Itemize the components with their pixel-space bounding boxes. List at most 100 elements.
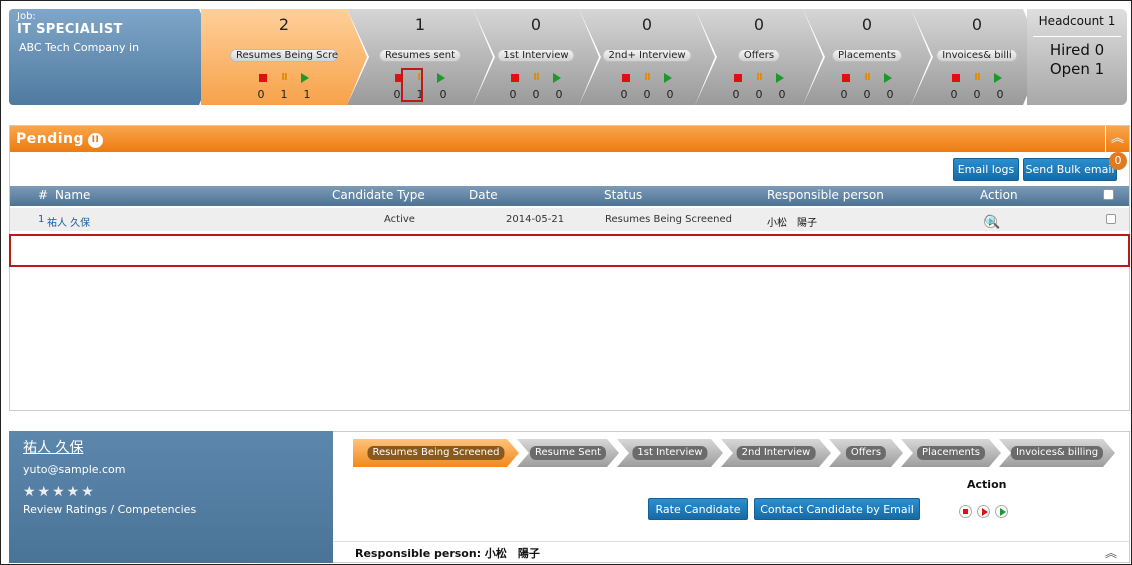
- pipeline-label: 1st Interview: [632, 446, 708, 460]
- stop-icon[interactable]: [952, 74, 961, 82]
- candidate-email: yuto@sample.com: [23, 463, 126, 476]
- pending-title: Pending: [16, 131, 85, 147]
- stop-icon[interactable]: [842, 74, 851, 82]
- headcount-panel: Headcount 1 Hired 0 Open 1: [1027, 9, 1127, 105]
- stage-label[interactable]: 2nd+ Interview: [602, 49, 692, 62]
- review-ratings-link[interactable]: Review Ratings / Competencies: [23, 503, 319, 516]
- highlight-box: [9, 234, 1130, 267]
- pause-icon[interactable]: II: [644, 72, 651, 83]
- active-count[interactable]: 0: [887, 88, 894, 101]
- stopped-count[interactable]: 0: [733, 88, 740, 101]
- pipeline-label: Resume Sent: [529, 446, 607, 460]
- pause-icon[interactable]: II: [864, 72, 871, 83]
- contact-candidate-button[interactable]: Contact Candidate by Email: [754, 498, 920, 520]
- collapse-up-icon[interactable]: ︽: [1105, 544, 1117, 561]
- pause-icon[interactable]: II: [974, 72, 981, 83]
- stage-resumes-being-screened[interactable]: 2 Resumes Being Scree II 0 1 1: [201, 9, 367, 105]
- responsible-person: Responsible person: 小松 陽子: [333, 541, 1130, 563]
- stage-label[interactable]: Resumes sent: [378, 49, 462, 62]
- pipeline-label: Placements: [917, 446, 985, 460]
- action-label: Action: [967, 478, 1007, 491]
- pause-icon[interactable]: II: [756, 72, 763, 83]
- row-checkbox[interactable]: [1106, 214, 1116, 224]
- stopped-count[interactable]: 0: [841, 88, 848, 101]
- stage-count: 2: [278, 15, 290, 34]
- hired-count: Hired 0: [1049, 41, 1105, 59]
- rating-stars[interactable]: ★★★★★: [23, 484, 319, 500]
- active-count[interactable]: 0: [667, 88, 674, 101]
- pause-icon[interactable]: II: [281, 72, 288, 83]
- paused-count[interactable]: 1: [281, 88, 288, 101]
- play-icon[interactable]: [663, 73, 672, 83]
- stop-icon[interactable]: [511, 74, 520, 82]
- paused-count[interactable]: 0: [533, 88, 540, 101]
- stage-label[interactable]: Resumes Being Scree: [230, 49, 338, 62]
- paused-count[interactable]: 0: [864, 88, 871, 101]
- pause-icon[interactable]: II: [533, 72, 540, 83]
- select-all-checkbox[interactable]: [1103, 189, 1114, 200]
- row-status: Resumes Being Screened: [605, 214, 733, 225]
- candidate-card: 祐人 久保 yuto@sample.com ★★★★★ Review Ratin…: [9, 431, 333, 563]
- row-date: 2014-05-21: [506, 214, 565, 225]
- col-candidate-type[interactable]: Candidate Type: [332, 188, 425, 202]
- play-icon[interactable]: [552, 73, 561, 83]
- pipeline-2nd-interview[interactable]: 2nd Interview: [721, 439, 831, 467]
- email-logs-button[interactable]: Email logs: [953, 158, 1019, 181]
- open-count: Open 1: [1049, 60, 1105, 78]
- row-num: 1: [38, 214, 45, 225]
- candidate-type: Active: [384, 214, 415, 225]
- stop-icon[interactable]: [734, 74, 743, 82]
- stage-label[interactable]: Offers: [737, 49, 781, 62]
- stop-icon[interactable]: [622, 74, 631, 82]
- stop-icon[interactable]: [959, 505, 972, 518]
- search-icon[interactable]: 🔍: [984, 215, 1000, 230]
- pipeline-placements[interactable]: Placements: [901, 439, 1001, 467]
- col-num: #: [38, 188, 49, 202]
- collapse-up-icon[interactable]: ︽: [1105, 126, 1129, 152]
- pipeline-resumes-being-screened[interactable]: Resumes Being Screened: [353, 439, 519, 467]
- pipeline-1st-interview[interactable]: 1st Interview: [617, 439, 723, 467]
- col-status[interactable]: Status: [604, 188, 642, 202]
- send-bulk-email-button[interactable]: Send Bulk email: [1023, 158, 1117, 181]
- play-icon[interactable]: [883, 73, 892, 83]
- play-icon[interactable]: [995, 505, 1009, 518]
- play-icon[interactable]: [775, 73, 784, 83]
- candidate-name[interactable]: 祐人 久保: [23, 437, 319, 457]
- stage-invoices-billing[interactable]: 0 Invoices& billi II 0 0 0: [911, 9, 1043, 105]
- paused-count[interactable]: 0: [756, 88, 763, 101]
- col-date[interactable]: Date: [469, 188, 498, 202]
- stopped-count[interactable]: 0: [258, 88, 265, 101]
- stop-icon[interactable]: [259, 74, 268, 82]
- paused-count[interactable]: 0: [644, 88, 651, 101]
- pipeline-invoices-billing[interactable]: Invoices& billing: [999, 439, 1115, 467]
- pipeline-label: Invoices& billing: [1010, 446, 1104, 460]
- active-count[interactable]: 0: [556, 88, 563, 101]
- resume-icon[interactable]: [977, 505, 991, 518]
- play-icon[interactable]: [300, 73, 309, 83]
- pipeline-offers[interactable]: Offers: [829, 439, 903, 467]
- stage-label[interactable]: Invoices& billi: [936, 49, 1018, 62]
- stopped-count[interactable]: 0: [510, 88, 517, 101]
- play-icon[interactable]: [436, 73, 445, 83]
- paused-count[interactable]: 0: [974, 88, 981, 101]
- active-count[interactable]: 0: [440, 88, 447, 101]
- col-responsible[interactable]: Responsible person: [767, 188, 884, 202]
- stage-label[interactable]: Placements: [832, 49, 902, 62]
- stopped-count[interactable]: 0: [621, 88, 628, 101]
- rate-candidate-button[interactable]: Rate Candidate: [648, 498, 748, 520]
- active-count[interactable]: 0: [997, 88, 1004, 101]
- stopped-count[interactable]: 0: [951, 88, 958, 101]
- pipeline-resume-sent[interactable]: Resume Sent: [517, 439, 619, 467]
- col-name[interactable]: Name: [55, 188, 90, 202]
- stopped-count[interactable]: 0: [394, 88, 401, 101]
- active-count[interactable]: 1: [304, 88, 311, 101]
- stage-label[interactable]: 1st Interview: [497, 49, 575, 62]
- table-row[interactable]: 1 祐人 久保 Active 2014-05-21 Resumes Being …: [10, 208, 1129, 231]
- headcount-label: Headcount 1: [1038, 14, 1116, 28]
- candidate-name-link[interactable]: 祐人 久保: [47, 214, 90, 229]
- active-count[interactable]: 0: [779, 88, 786, 101]
- bulk-email-badge: 0: [1109, 152, 1127, 170]
- play-icon[interactable]: [993, 73, 1002, 83]
- job-card: Job: IT SPECIALIST ABC Tech Company in: [9, 9, 219, 105]
- stage-count: 1: [414, 15, 426, 34]
